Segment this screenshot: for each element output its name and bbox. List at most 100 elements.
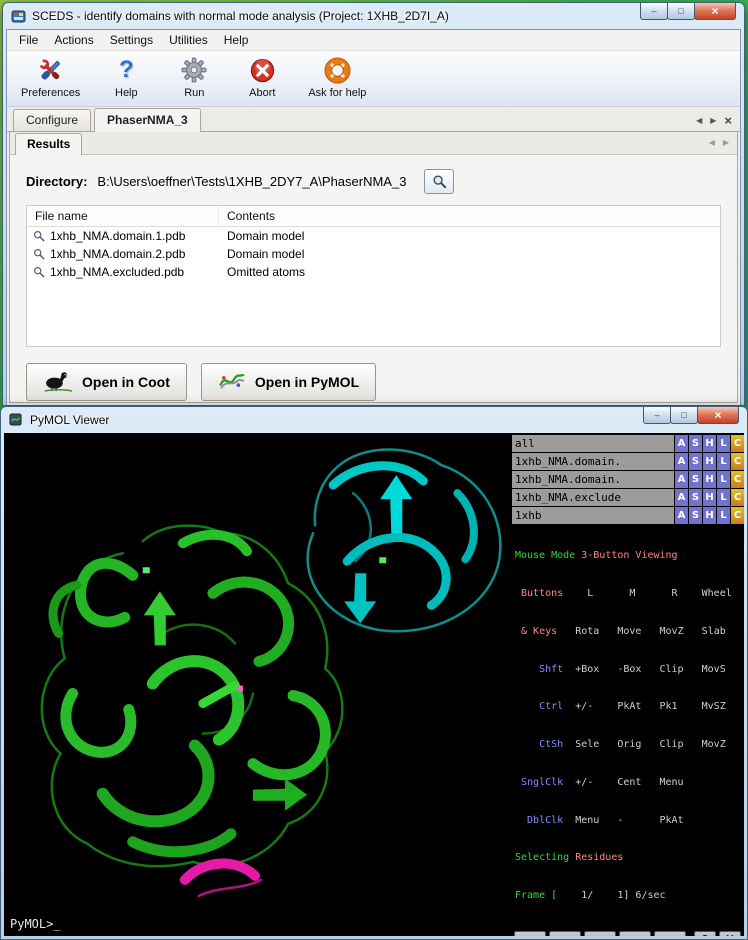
show-button[interactable]: S <box>689 489 702 506</box>
label-button[interactable]: L <box>717 471 730 488</box>
hide-button[interactable]: H <box>703 435 716 452</box>
toolbar-preferences-label: Preferences <box>21 87 80 99</box>
matrix-key: DblClk <box>515 815 563 826</box>
show-button[interactable]: S <box>689 453 702 470</box>
pymol-titlebar[interactable]: PyMOL Viewer – □ × <box>1 407 747 433</box>
minimize-button[interactable]: – <box>643 407 671 424</box>
selecting-label[interactable]: Selecting <box>515 852 569 863</box>
action-button[interactable]: A <box>675 471 688 488</box>
s-button[interactable]: S <box>694 931 716 936</box>
toolbar-help[interactable]: ? Help <box>104 56 148 99</box>
action-button[interactable]: A <box>675 507 688 524</box>
menu-file[interactable]: File <box>11 30 46 50</box>
go-to-end-button[interactable]: ▶| <box>654 931 686 936</box>
minimize-button[interactable]: – <box>640 3 668 20</box>
file-contents: Omitted atoms <box>219 265 305 279</box>
menu-bar: File Actions Settings Utilities Help <box>7 30 740 51</box>
results-scroll-left-icon[interactable]: ◀ <box>709 139 715 147</box>
sceds-window-title: SCEDS - identify domains with normal mod… <box>32 9 449 23</box>
protein-structure <box>4 433 512 936</box>
mouse-mode-label[interactable]: Mouse Mode <box>515 550 575 561</box>
show-button[interactable]: S <box>689 471 702 488</box>
pymol-window: PyMOL Viewer – □ × <box>0 406 748 940</box>
show-button[interactable]: S <box>689 507 702 524</box>
column-header-file-name[interactable]: File name <box>27 206 219 226</box>
maximize-button[interactable]: □ <box>667 3 695 20</box>
play-button[interactable]: ▶ <box>619 931 651 936</box>
open-in-coot-button[interactable]: Open in Coot <box>26 363 187 401</box>
label-button[interactable]: L <box>717 489 730 506</box>
object-name-excluded[interactable]: 1xhb_NMA.exclude <box>512 489 674 506</box>
matrix-key: Ctrl <box>515 701 563 712</box>
action-button[interactable]: A <box>675 489 688 506</box>
toolbar-ask-for-help[interactable]: Ask for help <box>308 56 366 99</box>
file-name: 1xhb_NMA.domain.1.pdb <box>50 229 219 243</box>
menu-help[interactable]: Help <box>216 30 257 50</box>
object-row: 1xhb_NMA.domain. ASHLC <box>512 471 744 488</box>
frame-label: Frame [ <box>515 890 557 901</box>
molecule-viewport[interactable]: PyMOL>_ <box>4 433 512 936</box>
hide-button[interactable]: H <box>703 471 716 488</box>
tools-icon <box>37 56 64 84</box>
show-button[interactable]: S <box>689 435 702 452</box>
table-row[interactable]: 1xhb_NMA.domain.2.pdb Domain model <box>27 245 720 263</box>
label-button[interactable]: L <box>717 435 730 452</box>
pymol-command-prompt[interactable]: PyMOL>_ <box>10 917 61 931</box>
results-content: Directory: B:\Users\oeffner\Tests\1XHB_2… <box>10 155 737 402</box>
toolbar-preferences[interactable]: Preferences <box>21 56 80 99</box>
color-button[interactable]: C <box>731 507 744 524</box>
color-button[interactable]: C <box>731 453 744 470</box>
tab-phasernma-3[interactable]: PhaserNMA_3 <box>94 108 201 132</box>
action-button[interactable]: A <box>675 453 688 470</box>
file-contents: Domain model <box>219 229 304 243</box>
selecting-mode[interactable]: Residues <box>569 852 623 863</box>
tab-scroll-right-icon[interactable]: ▶ <box>710 117 716 125</box>
menu-actions[interactable]: Actions <box>46 30 101 50</box>
sceds-titlebar[interactable]: SCEDS - identify domains with normal mod… <box>3 3 744 29</box>
tab-results[interactable]: Results <box>15 133 82 155</box>
matrix-values: Rota Move MovZ Slab <box>557 626 726 637</box>
toolbar-run[interactable]: Run <box>172 56 216 99</box>
hide-button[interactable]: H <box>703 489 716 506</box>
maximize-button[interactable]: □ <box>670 407 698 424</box>
toolbar-ask-for-help-label: Ask for help <box>308 87 366 99</box>
results-scroll-right-icon[interactable]: ▶ <box>723 139 729 147</box>
search-icon <box>432 174 447 189</box>
step-back-button[interactable]: ◀ <box>549 931 581 936</box>
matrix-values: +/- PkAt Pk1 MvSZ <box>563 701 726 712</box>
pymol-caption-buttons: – □ × <box>644 407 739 424</box>
open-in-pymol-button[interactable]: Open in PyMOL <box>201 363 376 401</box>
search-icon <box>32 265 46 279</box>
close-button[interactable]: × <box>694 3 736 20</box>
object-name-1xhb[interactable]: 1xhb <box>512 507 674 524</box>
color-button[interactable]: C <box>731 435 744 452</box>
color-button[interactable]: C <box>731 489 744 506</box>
column-header-contents[interactable]: Contents <box>219 206 720 226</box>
hide-button[interactable]: H <box>703 507 716 524</box>
mouse-mode-value[interactable]: 3-Button Viewing <box>575 550 677 561</box>
toolbar-abort[interactable]: Abort <box>240 56 284 99</box>
close-button[interactable]: × <box>697 407 739 424</box>
action-button[interactable]: A <box>675 435 688 452</box>
menu-settings[interactable]: Settings <box>102 30 161 50</box>
menu-utilities[interactable]: Utilities <box>161 30 216 50</box>
go-to-start-button[interactable]: |◀ <box>514 931 546 936</box>
stop-button[interactable]: ■ <box>584 931 616 936</box>
table-row[interactable]: 1xhb_NMA.domain.1.pdb Domain model <box>27 227 720 245</box>
color-button[interactable]: C <box>731 471 744 488</box>
v-button[interactable]: V <box>719 931 741 936</box>
tab-configure[interactable]: Configure <box>13 109 91 131</box>
table-row[interactable]: 1xhb_NMA.excluded.pdb Omitted atoms <box>27 263 720 281</box>
label-button[interactable]: L <box>717 453 730 470</box>
browse-button[interactable] <box>424 169 454 194</box>
hide-button[interactable]: H <box>703 453 716 470</box>
object-name-domain-2[interactable]: 1xhb_NMA.domain. <box>512 471 674 488</box>
object-name-all[interactable]: all <box>512 435 674 452</box>
results-tab-nav: ◀ ▶ <box>709 139 729 147</box>
mouse-mode-panel: Mouse Mode 3-Button Viewing Buttons L M … <box>512 525 744 928</box>
label-button[interactable]: L <box>717 507 730 524</box>
tab-scroll-left-icon[interactable]: ◀ <box>696 117 702 125</box>
results-panel: Results ◀ ▶ Directory: B:\Users\oeffner\… <box>9 132 738 403</box>
object-name-domain-1[interactable]: 1xhb_NMA.domain. <box>512 453 674 470</box>
tab-close-icon[interactable]: × <box>724 114 732 127</box>
